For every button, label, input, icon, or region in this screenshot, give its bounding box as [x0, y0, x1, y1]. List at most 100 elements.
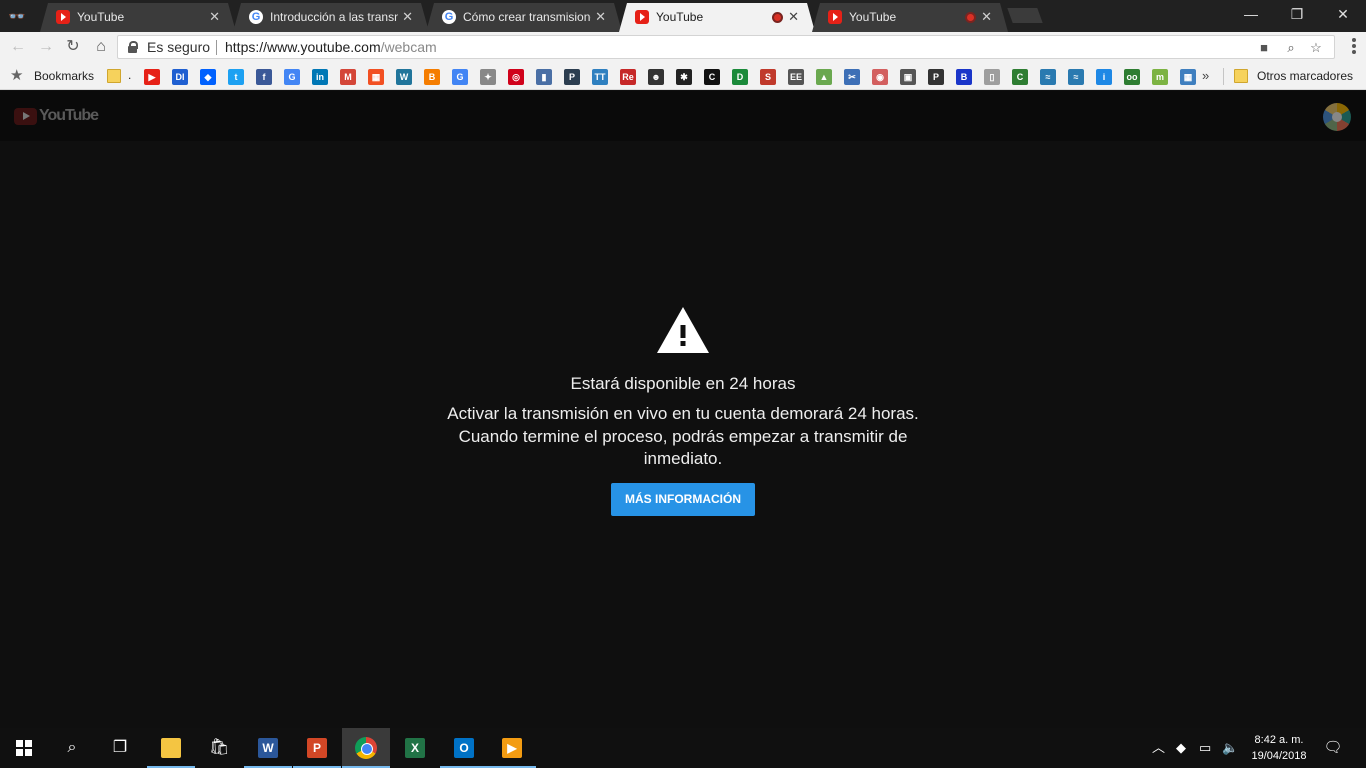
bookmark-page-icon[interactable]: ▯ — [984, 69, 1000, 85]
bookmark-p-site-icon[interactable]: P — [564, 69, 580, 85]
bookmarks-divider — [1223, 68, 1224, 85]
close-tab-icon[interactable]: ✕ — [402, 9, 413, 25]
store-button[interactable]: 🛍 — [195, 728, 243, 768]
more-info-button[interactable]: MÁS INFORMACIÓN — [611, 483, 755, 516]
start-button[interactable] — [0, 728, 48, 768]
close-tab-icon[interactable]: ✕ — [209, 9, 220, 25]
other-bookmarks-folder-icon[interactable] — [1234, 69, 1248, 83]
bookmark-youtube-icon[interactable]: ▶ — [144, 69, 160, 85]
close-tab-icon[interactable]: ✕ — [788, 9, 799, 25]
excel-icon: X — [405, 738, 425, 758]
outlook-button[interactable]: O — [440, 728, 488, 768]
bookmarks-overflow-icon[interactable]: » — [1202, 68, 1209, 83]
close-tab-icon[interactable]: ✕ — [981, 9, 992, 25]
dropbox-tray-icon[interactable]: ◆ — [1176, 740, 1186, 756]
chrome-menu-icon[interactable] — [1352, 38, 1356, 56]
minimize-button[interactable]: — — [1228, 0, 1274, 30]
bookmark-twitter-icon[interactable]: t — [228, 69, 244, 85]
bookmark-c-green-icon[interactable]: C — [1012, 69, 1028, 85]
bookmarks-label[interactable]: Bookmarks — [34, 69, 94, 83]
bookmark-blogger-icon[interactable]: B — [424, 69, 440, 85]
chrome-button[interactable] — [342, 728, 390, 768]
bookmark-scissors-icon[interactable]: ✂ — [844, 69, 860, 85]
battery-icon[interactable]: ▭ — [1199, 740, 1211, 756]
bookmark-re-icon[interactable]: Re — [620, 69, 636, 85]
bookmark-calendar-icon[interactable]: ▦ — [1180, 69, 1196, 85]
bookmark-m-green-icon[interactable]: m — [1152, 69, 1168, 85]
bookmark-ring-icon[interactable]: ◉ — [872, 69, 888, 85]
bookmark-di-icon[interactable]: DI — [172, 69, 188, 85]
system-clock[interactable]: 8:42 a. m. 19/04/2018 — [1244, 732, 1314, 764]
bookmark-bin-icon[interactable]: ▣ — [900, 69, 916, 85]
url-text[interactable]: https://www.youtube.com/webcam — [225, 39, 437, 55]
clock-date: 19/04/2018 — [1251, 750, 1307, 762]
reload-icon[interactable]: ↻ — [62, 36, 84, 58]
bookmark-dropbox-icon[interactable]: ◆ — [200, 69, 216, 85]
zoom-icon[interactable]: ⌕ — [1282, 39, 1300, 57]
home-icon[interactable]: ⌂ — [90, 36, 112, 58]
bookmark-landscape-icon[interactable]: ▲ — [816, 69, 832, 85]
bookmark-star-icon[interactable]: ☆ — [1307, 39, 1325, 57]
bookmark-c-site-icon[interactable]: C — [704, 69, 720, 85]
url-host: https://www.youtube.com — [225, 39, 381, 55]
browser-tab[interactable]: YouTube ✕ — [40, 3, 236, 32]
powerpoint-button[interactable]: P — [293, 728, 341, 768]
restore-button[interactable]: ❐ — [1274, 0, 1320, 30]
close-tab-icon[interactable]: ✕ — [595, 9, 606, 25]
avatar[interactable] — [1323, 103, 1351, 131]
chevron-up-icon[interactable]: ︿ — [1152, 740, 1165, 756]
lock-icon[interactable] — [128, 41, 138, 53]
bookmark-microsoft-icon[interactable]: ▦ — [368, 69, 384, 85]
task-view-button[interactable]: ❐ — [96, 728, 144, 768]
bookmark-wordpress-icon[interactable]: W — [396, 69, 412, 85]
bookmark-s-site-icon[interactable]: S — [760, 69, 776, 85]
browser-tab[interactable]: G Cómo crear transmisiones en vivo ✕ — [426, 3, 622, 32]
bookmark-target-icon[interactable]: ◎ — [508, 69, 524, 85]
notification-icon[interactable]: 🗨 — [1322, 738, 1344, 758]
bookmark-p-small-icon[interactable]: P — [928, 69, 944, 85]
browser-tab[interactable]: G Introducción a las transmisiones ✕ — [233, 3, 429, 32]
bookmark-google-icon[interactable]: G — [284, 69, 300, 85]
media-player-button[interactable]: ▶ — [488, 728, 536, 768]
bookmark-info-icon[interactable]: i — [1096, 69, 1112, 85]
bookmark-facebook-icon[interactable]: f — [256, 69, 272, 85]
forward-arrow-icon[interactable]: → — [35, 36, 57, 58]
bookmark-tt-icon[interactable]: TT — [592, 69, 608, 85]
message-title: Estará disponible en 24 horas — [570, 374, 796, 393]
file-explorer-button[interactable] — [147, 728, 195, 768]
word-button[interactable]: W — [244, 728, 292, 768]
bookmark-ee-icon[interactable]: EE — [788, 69, 804, 85]
bookmark-face-icon[interactable]: ☻ — [648, 69, 664, 85]
bookmark-folder-dot[interactable]: . — [128, 68, 131, 82]
browser-tab[interactable]: YouTube ✕ — [812, 3, 1008, 32]
folder-icon[interactable] — [107, 69, 121, 83]
bookmark-bars-icon[interactable]: ▮ — [536, 69, 552, 85]
close-window-button[interactable]: ✕ — [1320, 0, 1366, 30]
bookmark-google-2-icon[interactable]: G — [452, 69, 468, 85]
address-bar[interactable]: Es seguro https://www.youtube.com/webcam… — [117, 35, 1335, 59]
other-bookmarks-label[interactable]: Otros marcadores — [1257, 69, 1353, 83]
youtube-logo-text: YouTube — [39, 107, 99, 124]
bookmark-oo-icon[interactable]: oo — [1124, 69, 1140, 85]
bookmark-b-blue-icon[interactable]: B — [956, 69, 972, 85]
camera-icon[interactable]: ■ — [1255, 39, 1273, 57]
back-arrow-icon[interactable]: ← — [7, 36, 29, 58]
new-tab-button[interactable] — [1007, 8, 1043, 23]
search-button[interactable]: ⌕ — [48, 728, 96, 768]
youtube-icon — [828, 10, 842, 24]
bookmark-wave-2-icon[interactable]: ≈ — [1068, 69, 1084, 85]
tab-title: YouTube — [849, 10, 897, 24]
bookmark-compass-icon[interactable]: ✦ — [480, 69, 496, 85]
bookmark-d-site-icon[interactable]: D — [732, 69, 748, 85]
windows-taskbar: ⌕ ❐ 🛍 W P X O ▶ ︿ ◆ ▭ 🔈 8:42 a. m. 19/04… — [0, 728, 1366, 768]
security-label[interactable]: Es seguro — [147, 39, 210, 55]
bookmark-cat-icon[interactable]: ✱ — [676, 69, 692, 85]
browser-tab[interactable]: YouTube ✕ — [619, 3, 815, 32]
bookmark-linkedin-icon[interactable]: in — [312, 69, 328, 85]
outlook-icon: O — [454, 738, 474, 758]
bookmark-wave-1-icon[interactable]: ≈ — [1040, 69, 1056, 85]
volume-icon[interactable]: 🔈 — [1222, 740, 1238, 756]
bookmark-gmail-icon[interactable]: M — [340, 69, 356, 85]
excel-button[interactable]: X — [391, 728, 439, 768]
tab-title: Introducción a las transmisiones — [270, 10, 395, 24]
